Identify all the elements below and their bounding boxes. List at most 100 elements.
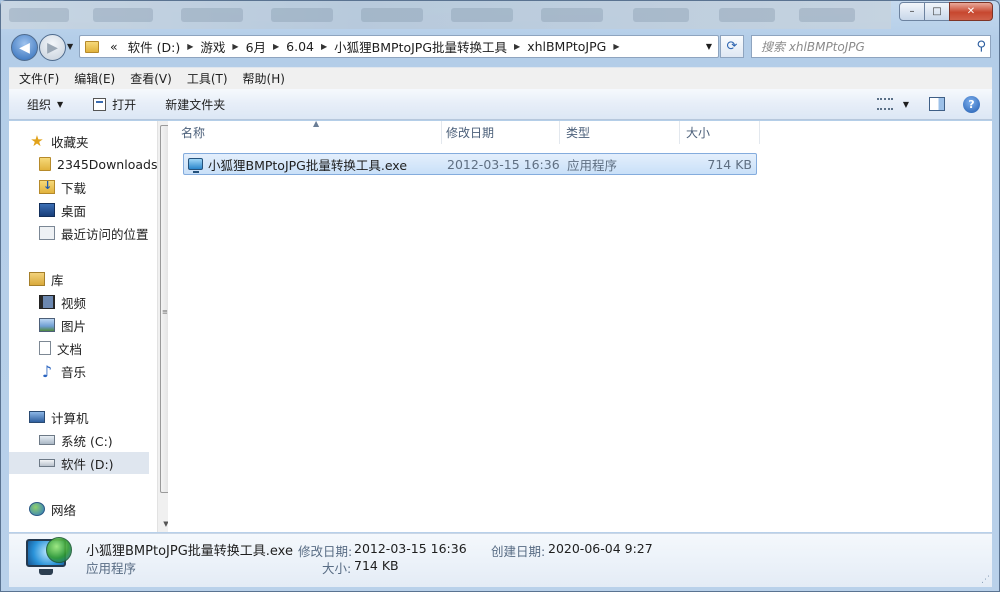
column-header-type[interactable]: 类型 bbox=[560, 121, 680, 144]
search-input[interactable]: 搜索 xhlBMPtoJPG ⚲ bbox=[751, 35, 991, 58]
breadcrumb-separator-icon[interactable]: ▶ bbox=[185, 42, 195, 51]
column-header-size[interactable]: 大小 bbox=[680, 121, 760, 144]
breadcrumb-separator-icon[interactable]: ▶ bbox=[611, 42, 621, 51]
column-name-label: 名称 bbox=[181, 126, 206, 140]
breadcrumb-tool-folder[interactable]: 小狐狸BMPtoJPG批量转换工具 bbox=[329, 37, 512, 56]
nav-item-drive-d[interactable]: 软件 (D:) bbox=[9, 452, 149, 474]
details-created-label: 创建日期: bbox=[491, 544, 546, 559]
open-button[interactable]: 打开 bbox=[93, 96, 136, 113]
breadcrumb-0604[interactable]: 6.04 bbox=[281, 39, 319, 54]
background-taskbar-blur bbox=[1, 1, 891, 29]
folder-icon bbox=[39, 157, 51, 171]
downloads-folder-icon bbox=[39, 179, 55, 194]
nav-item-label: 系统 (C:) bbox=[61, 433, 113, 449]
dropdown-arrow-icon: ▼ bbox=[57, 99, 64, 109]
nav-item-drive-c[interactable]: 系统 (C:) bbox=[39, 429, 113, 451]
system-drive-icon bbox=[39, 435, 55, 445]
address-history-dropdown[interactable]: ▼ bbox=[700, 42, 718, 51]
file-size: 714 KB bbox=[707, 156, 752, 172]
open-icon bbox=[93, 97, 107, 111]
video-icon bbox=[39, 295, 55, 309]
preview-pane-icon[interactable] bbox=[929, 97, 945, 111]
new-folder-label: 新建文件夹 bbox=[165, 97, 226, 112]
details-file-type: 应用程序 bbox=[86, 561, 137, 576]
nav-favorites[interactable]: ★ 收藏夹 bbox=[29, 130, 88, 152]
maximize-button[interactable]: □ bbox=[924, 2, 950, 21]
breadcrumb-separator-icon[interactable]: ▶ bbox=[319, 42, 329, 51]
nav-item-label: 软件 (D:) bbox=[61, 456, 114, 472]
breadcrumb-separator-icon[interactable]: ▶ bbox=[512, 42, 522, 51]
details-size-value: 714 KB bbox=[354, 558, 399, 573]
breadcrumb-overflow[interactable]: « bbox=[105, 39, 123, 54]
refresh-icon: ⟳ bbox=[726, 39, 738, 54]
nav-libraries-label: 库 bbox=[51, 272, 64, 288]
application-icon bbox=[188, 158, 203, 173]
menu-help[interactable]: 帮助(H) bbox=[238, 70, 290, 87]
column-size-label: 大小 bbox=[686, 126, 711, 140]
nav-item-label: 文档 bbox=[57, 341, 83, 357]
breadcrumb-separator-icon[interactable]: ▶ bbox=[271, 42, 281, 51]
details-created-value: 2020-06-04 9:27 bbox=[548, 541, 653, 556]
nav-item-music[interactable]: ♪ 音乐 bbox=[39, 360, 86, 382]
resize-grip-icon[interactable]: ⋰ bbox=[981, 575, 990, 585]
nav-item-recent-places[interactable]: 最近访问的位置 bbox=[39, 222, 149, 244]
minimize-button[interactable]: – bbox=[899, 2, 925, 21]
menu-edit[interactable]: 编辑(E) bbox=[69, 70, 120, 87]
new-folder-button[interactable]: 新建文件夹 bbox=[165, 96, 225, 113]
view-options-dropdown[interactable]: ▼ bbox=[903, 100, 909, 109]
help-icon[interactable]: ? bbox=[963, 95, 980, 113]
music-note-icon: ♪ bbox=[41, 361, 53, 381]
menu-file[interactable]: 文件(F) bbox=[14, 70, 64, 87]
nav-item-downloads[interactable]: 下载 bbox=[39, 176, 86, 198]
nav-computer[interactable]: 计算机 bbox=[29, 406, 89, 428]
organize-button[interactable]: 组织 ▼ bbox=[27, 96, 63, 113]
breadcrumb-games[interactable]: 游戏 bbox=[195, 37, 230, 56]
nav-network-label: 网络 bbox=[51, 502, 77, 518]
back-button[interactable]: ◀ bbox=[11, 34, 38, 61]
details-modified-value: 2012-03-15 16:36 bbox=[354, 541, 467, 556]
close-button[interactable]: ✕ bbox=[949, 2, 993, 21]
forward-button[interactable]: ▶ bbox=[39, 34, 66, 61]
nav-item-pictures[interactable]: 图片 bbox=[39, 314, 86, 336]
breadcrumb-separator-icon[interactable]: ▶ bbox=[230, 42, 240, 51]
nav-item-label: 2345Downloads bbox=[57, 156, 157, 172]
file-row[interactable]: 小狐狸BMPtoJPG批量转换工具.exe 2012-03-15 16:36 应… bbox=[183, 153, 757, 175]
breadcrumb-drive-d[interactable]: 软件 (D:) bbox=[123, 37, 186, 56]
file-modified: 2012-03-15 16:36 bbox=[447, 156, 560, 172]
nav-item-documents[interactable]: 文档 bbox=[39, 337, 82, 359]
menu-bar: 文件(F) 编辑(E) 查看(V) 工具(T) 帮助(H) bbox=[9, 67, 992, 89]
nav-computer-label: 计算机 bbox=[51, 410, 89, 426]
details-size-label: 大小: bbox=[322, 561, 352, 576]
open-label: 打开 bbox=[112, 97, 137, 112]
menu-tools[interactable]: 工具(T) bbox=[182, 70, 233, 87]
nav-item-videos[interactable]: 视频 bbox=[39, 291, 86, 313]
file-name: 小狐狸BMPtoJPG批量转换工具.exe bbox=[208, 157, 408, 173]
document-icon bbox=[39, 341, 51, 355]
change-view-icon[interactable] bbox=[876, 98, 893, 110]
details-file-name: 小狐狸BMPtoJPG批量转换工具.exe bbox=[86, 544, 293, 559]
breadcrumb-june[interactable]: 6月 bbox=[241, 37, 271, 56]
folder-icon bbox=[85, 40, 99, 53]
nav-item-2345downloads[interactable]: 2345Downloads bbox=[39, 153, 157, 175]
scrollbar-grip-icon: ≡ bbox=[162, 308, 168, 316]
address-bar[interactable]: « 软件 (D:) ▶ 游戏 ▶ 6月 ▶ 6.04 ▶ 小狐狸BMPtoJPG… bbox=[79, 35, 719, 58]
star-icon: ★ bbox=[30, 132, 44, 150]
recent-pages-dropdown[interactable]: ▼ bbox=[67, 42, 73, 51]
navigation-pane: ★ 收藏夹 2345Downloads 下载 桌面 最近访问的位置 库 视频 bbox=[9, 121, 174, 532]
column-type-label: 类型 bbox=[566, 126, 591, 140]
breadcrumb-current[interactable]: xhlBMPtoJPG bbox=[522, 39, 611, 54]
column-header-name[interactable]: 名称 ▲ bbox=[175, 119, 442, 144]
refresh-button[interactable]: ⟳ bbox=[720, 35, 744, 58]
column-modified-label: 修改日期 bbox=[446, 126, 495, 140]
nav-libraries[interactable]: 库 bbox=[29, 268, 64, 290]
desktop-icon bbox=[39, 203, 55, 217]
nav-item-label: 下载 bbox=[61, 180, 87, 196]
libraries-icon bbox=[29, 272, 45, 286]
search-icon[interactable]: ⚲ bbox=[976, 39, 986, 54]
column-header-modified[interactable]: 修改日期 bbox=[440, 121, 560, 144]
nav-item-desktop[interactable]: 桌面 bbox=[39, 199, 86, 221]
application-large-icon bbox=[26, 537, 72, 577]
nav-network[interactable]: 网络 bbox=[29, 498, 76, 520]
command-bar: 组织 ▼ 打开 新建文件夹 ▼ ? bbox=[9, 89, 992, 120]
menu-view[interactable]: 查看(V) bbox=[125, 70, 177, 87]
